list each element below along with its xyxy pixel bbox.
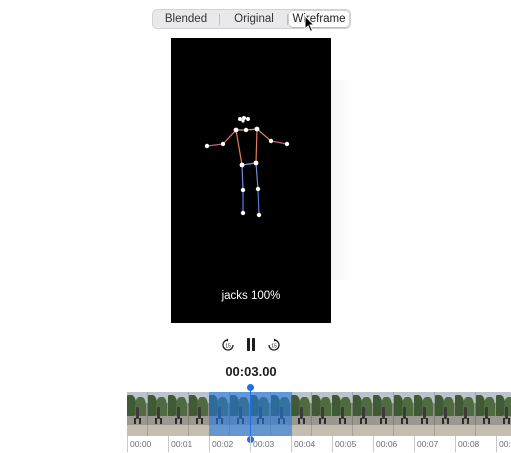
segment-divider bbox=[219, 14, 220, 25]
timeline-filmstrip[interactable] bbox=[127, 392, 511, 436]
timeline-tick-label: 00:07 bbox=[414, 436, 438, 452]
timeline-tick-label: 00:03 bbox=[250, 436, 274, 452]
skip-back-15-icon[interactable]: 15 bbox=[221, 338, 235, 352]
mouse-pointer-icon bbox=[304, 15, 316, 33]
timeline-tick-label: 00:0 bbox=[496, 436, 511, 452]
filmstrip-frame bbox=[434, 392, 456, 436]
filmstrip-frame bbox=[127, 392, 148, 436]
timeline-tick-label: 00:01 bbox=[168, 436, 192, 452]
timeline-ruler: 00:00 00:01 00:02 00:03 00:04 00:05 00:06 00:07… bbox=[127, 436, 511, 453]
filmstrip-frame bbox=[496, 392, 511, 436]
timeline-tick-label: 00:06 bbox=[373, 436, 397, 452]
current-timecode: 00:03.00 bbox=[225, 364, 277, 379]
filmstrip-frame bbox=[414, 392, 435, 436]
timeline-tick-label: 00:02 bbox=[209, 436, 233, 452]
segment-blended[interactable]: Blended bbox=[155, 11, 217, 27]
filmstrip-frame bbox=[475, 392, 497, 436]
video-preview[interactable]: jacks 100% bbox=[171, 38, 331, 323]
window-edge-shadow bbox=[331, 80, 353, 280]
timeline-tick-label: 00:00 bbox=[127, 436, 151, 452]
segment-wireframe[interactable]: Wireframe bbox=[289, 11, 349, 27]
segment-original[interactable]: Original bbox=[222, 11, 286, 27]
playhead-handle-top[interactable] bbox=[247, 384, 254, 391]
svg-text:15: 15 bbox=[225, 343, 231, 349]
svg-text:15: 15 bbox=[271, 343, 277, 349]
filmstrip-frame bbox=[188, 392, 210, 436]
filmstrip-frame bbox=[311, 392, 333, 436]
pause-icon[interactable] bbox=[244, 337, 258, 352]
filmstrip-frame bbox=[455, 392, 476, 436]
timeline-tick-label: 00:05 bbox=[332, 436, 356, 452]
filmstrip-frame bbox=[168, 392, 189, 436]
filmstrip-frame bbox=[291, 392, 312, 436]
filmstrip-frame bbox=[373, 392, 394, 436]
filmstrip-frame bbox=[393, 392, 415, 436]
pose-wireframe bbox=[204, 116, 290, 218]
view-mode-segmented-control: Blended Original Wireframe bbox=[152, 9, 351, 29]
playhead[interactable] bbox=[250, 390, 251, 438]
timeline-tick-label: 00:08 bbox=[455, 436, 479, 452]
filmstrip-frame bbox=[147, 392, 169, 436]
filmstrip-frame bbox=[332, 392, 353, 436]
segment-divider bbox=[287, 14, 288, 25]
pose-label: jacks 100% bbox=[221, 290, 281, 302]
skip-forward-15-icon[interactable]: 15 bbox=[267, 338, 281, 352]
timeline-tick-label: 00:04 bbox=[291, 436, 315, 452]
filmstrip-frame bbox=[352, 392, 374, 436]
